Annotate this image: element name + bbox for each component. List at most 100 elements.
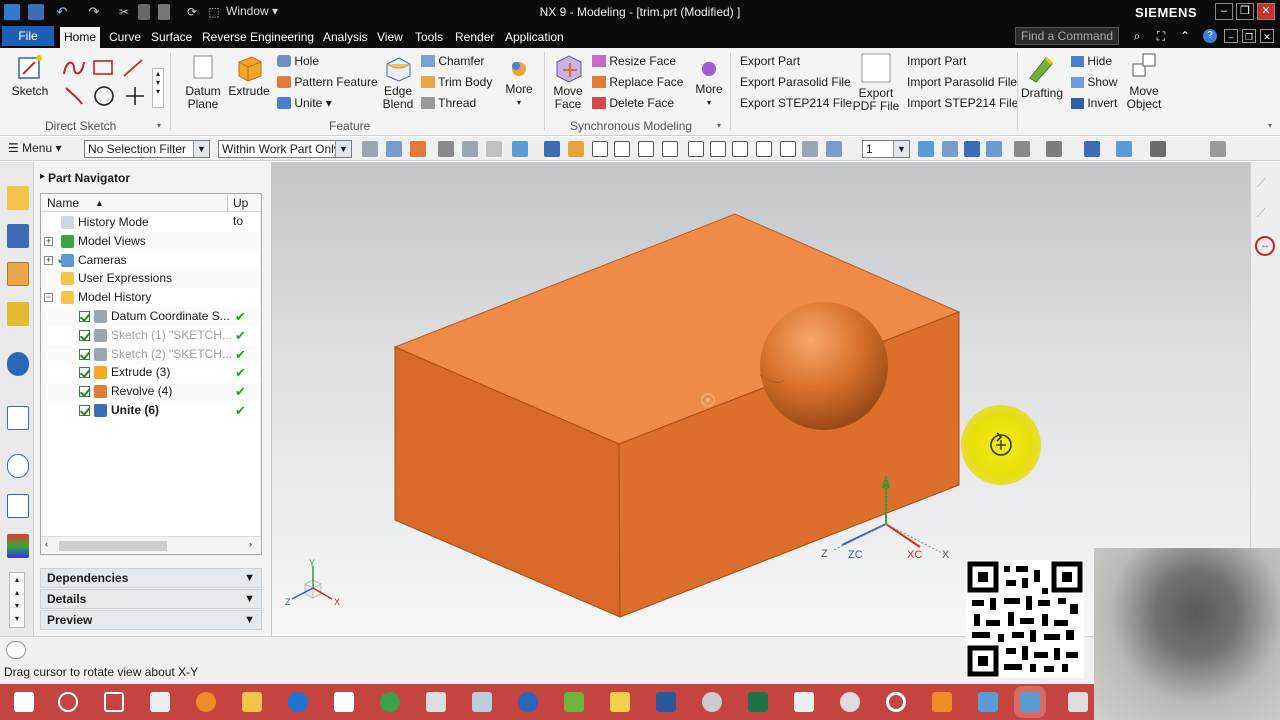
cortana-icon[interactable] bbox=[58, 692, 78, 712]
export-pdf-button[interactable]: Export PDF File bbox=[852, 52, 900, 113]
hide-button[interactable]: Hide bbox=[1071, 54, 1112, 68]
word-icon[interactable] bbox=[656, 692, 676, 712]
rotate-icon[interactable] bbox=[964, 141, 980, 157]
tree-row-unite-6[interactable]: Unite (6) ✔ bbox=[41, 401, 261, 420]
work-layer-select[interactable]: 1 ▼ bbox=[862, 140, 910, 158]
snap-on-face-icon[interactable] bbox=[802, 141, 818, 157]
replace-face-button[interactable]: Replace Face bbox=[592, 75, 683, 89]
tree-row-extrude-3[interactable]: Extrude (3) ✔ bbox=[41, 363, 261, 382]
delete-face-button[interactable]: Delete Face bbox=[592, 96, 674, 110]
group-menu-arrow[interactable]: ▾ bbox=[157, 121, 161, 130]
expand-icon[interactable]: + bbox=[44, 236, 53, 246]
quick-pick-icon[interactable]: ⟋ bbox=[1257, 176, 1275, 192]
app-icon-chart[interactable] bbox=[794, 692, 814, 712]
vlc-icon[interactable] bbox=[932, 692, 952, 712]
doc-close-icon[interactable]: ✕ bbox=[1260, 29, 1274, 43]
app-icon-gear[interactable] bbox=[840, 692, 860, 712]
menu-button[interactable]: ☰ Menu ▾ bbox=[8, 141, 62, 155]
feature-more-button[interactable]: More ▾ bbox=[502, 58, 536, 109]
part-navigator-icon[interactable] bbox=[7, 262, 29, 286]
import-part-button[interactable]: Import Part bbox=[907, 54, 966, 68]
snap-control-icon[interactable] bbox=[662, 141, 678, 157]
drafting-button[interactable]: Drafting bbox=[1020, 52, 1064, 100]
excel-icon[interactable] bbox=[748, 692, 768, 712]
import-parasolid-button[interactable]: Import Parasolid File bbox=[907, 75, 1017, 89]
work-layer-icon[interactable] bbox=[1150, 141, 1166, 157]
measure-distance-icon[interactable]: ↔ bbox=[1255, 236, 1275, 256]
firefox-icon[interactable] bbox=[196, 692, 216, 712]
system-scenes-icon[interactable] bbox=[7, 534, 29, 558]
snap-existing-icon[interactable] bbox=[756, 141, 772, 157]
help-icon[interactable]: ? bbox=[1203, 29, 1217, 43]
scroll-right-icon[interactable]: › bbox=[249, 539, 252, 549]
tab-file[interactable]: File bbox=[2, 26, 54, 46]
column-name-header[interactable]: Name bbox=[47, 194, 79, 212]
show-button[interactable]: Show bbox=[1071, 75, 1117, 89]
doc-minimize-icon[interactable]: – bbox=[1224, 29, 1238, 43]
solid-body-filter-icon[interactable] bbox=[512, 141, 528, 157]
tree-row-model-history[interactable]: − Model History bbox=[41, 288, 261, 307]
calculator-icon[interactable] bbox=[150, 692, 170, 712]
fit-view-icon[interactable] bbox=[918, 141, 934, 157]
system-materials-icon[interactable] bbox=[7, 494, 29, 518]
nx-active-taskbar-icon[interactable] bbox=[1020, 692, 1040, 712]
edge-blend-button[interactable]: Edge Blend bbox=[378, 52, 418, 111]
tab-view[interactable]: View bbox=[375, 27, 405, 48]
minimize-button[interactable]: – bbox=[1215, 3, 1233, 20]
expand-icon[interactable]: + bbox=[44, 255, 53, 265]
trim-body-button[interactable]: Trim Body bbox=[421, 75, 492, 89]
thread-button[interactable]: Thread bbox=[421, 96, 476, 110]
collapse-icon[interactable]: − bbox=[44, 293, 53, 303]
revolved-sphere[interactable] bbox=[760, 302, 888, 430]
sketch-gallery-scroll[interactable]: ▴ ▾ ▾ bbox=[152, 68, 164, 108]
tree-row-cameras[interactable]: +✔Cameras bbox=[41, 251, 261, 270]
group-menu-arrow[interactable]: ▾ bbox=[717, 121, 721, 130]
fullscreen-icon[interactable]: ⛶ bbox=[1154, 29, 1168, 43]
general-selection-icon[interactable] bbox=[362, 141, 378, 157]
app-icon-folder[interactable] bbox=[610, 692, 630, 712]
tab-application[interactable]: Application bbox=[503, 27, 566, 48]
snap-point-icon[interactable] bbox=[410, 141, 426, 157]
visibility-checkbox[interactable] bbox=[79, 348, 90, 360]
datum-plane-button[interactable]: Datum Plane bbox=[180, 52, 226, 111]
export-step214-button[interactable]: Export STEP214 File bbox=[740, 96, 852, 110]
export-part-button[interactable]: Export Part bbox=[740, 54, 800, 68]
snap-view-icon[interactable]: ⟋ bbox=[1257, 206, 1275, 222]
synchronous-more-button[interactable]: More ▾ bbox=[692, 58, 726, 109]
selection-scope-select[interactable]: Within Work Part Only ▼ bbox=[218, 140, 352, 158]
scroll-thumb[interactable] bbox=[59, 541, 167, 551]
extrude-button[interactable]: Extrude bbox=[228, 52, 270, 98]
visibility-checkbox[interactable] bbox=[79, 367, 90, 379]
app-icon-printer[interactable] bbox=[426, 692, 446, 712]
component-filter-icon[interactable] bbox=[544, 141, 560, 157]
resource-bar-scroll[interactable]: ▴ ▴ ▾ ▾ bbox=[9, 572, 25, 628]
pattern-feature-button[interactable]: Pattern Feature bbox=[277, 75, 378, 89]
tree-row-datum-coordinate[interactable]: Datum Coordinate S... ✔ bbox=[41, 307, 261, 326]
snap-mid-icon[interactable] bbox=[638, 141, 654, 157]
invert-button[interactable]: Invert bbox=[1071, 96, 1117, 110]
chamfer-button[interactable]: Chamfer bbox=[421, 54, 484, 68]
visibility-checkbox[interactable] bbox=[79, 311, 90, 322]
file-explorer-icon[interactable] bbox=[242, 692, 262, 712]
sketch-curve-tools-icon[interactable] bbox=[60, 56, 150, 108]
select-all-icon[interactable] bbox=[568, 141, 584, 157]
unite-button[interactable]: Unite ▾ bbox=[277, 96, 332, 110]
background-icon[interactable] bbox=[1046, 141, 1062, 157]
windows-start-icon[interactable] bbox=[14, 692, 34, 712]
app-icon-tools[interactable] bbox=[472, 692, 492, 712]
doc-restore-icon[interactable]: ❐ bbox=[1242, 29, 1256, 43]
hole-button[interactable]: Hole bbox=[277, 54, 319, 68]
app-icon-blue-circle[interactable] bbox=[518, 692, 538, 712]
task-view-icon[interactable] bbox=[104, 692, 124, 712]
tree-row-sketch-2[interactable]: Sketch (2) "SKETCH... ✔ bbox=[41, 344, 261, 364]
tab-render[interactable]: Render bbox=[453, 27, 496, 48]
app-icon-recorder[interactable] bbox=[1068, 692, 1088, 712]
assembly-navigator-icon[interactable] bbox=[7, 186, 29, 210]
visibility-checkbox[interactable] bbox=[79, 405, 90, 416]
sketch-button[interactable]: Sketch bbox=[8, 52, 52, 98]
hd3d-tools-icon[interactable] bbox=[7, 406, 29, 430]
app-icon-target[interactable] bbox=[886, 692, 906, 712]
details-panel[interactable]: Details ▼ bbox=[40, 589, 262, 609]
tree-row-revolve-4[interactable]: Revolve (4) ✔ bbox=[41, 382, 261, 402]
web-browser-icon[interactable] bbox=[7, 352, 29, 376]
